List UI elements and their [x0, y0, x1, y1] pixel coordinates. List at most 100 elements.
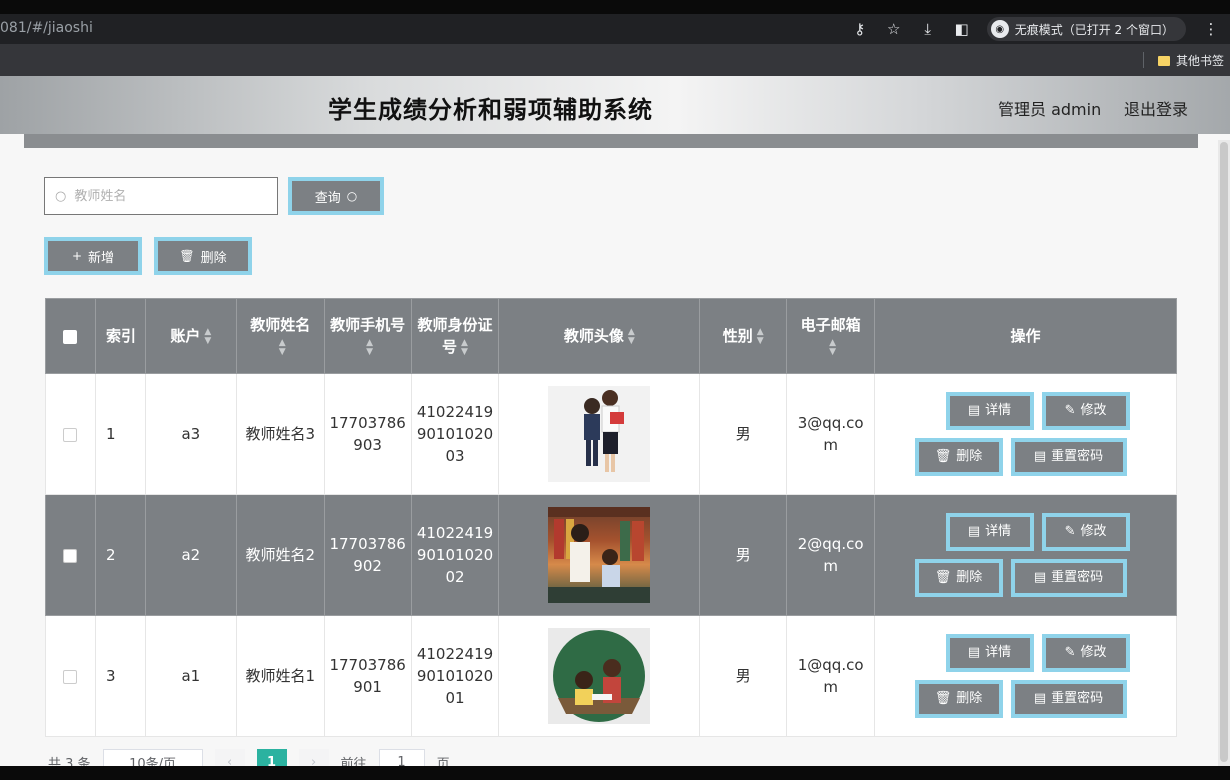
table-row: 3 a1 教师姓名1 17703786901 41022419901010200… [45, 615, 1177, 737]
query-button[interactable]: 查询 ○ [288, 177, 384, 215]
page-content: 学生成绩分析和弱项辅助系统 管理员 admin 退出登录 ○ 查询 ○ + 新增… [0, 76, 1230, 766]
detail-button[interactable]: ▤ 详情 [945, 513, 1034, 551]
col-phone-label: 教师手机号 [330, 316, 406, 334]
table-header-row: 索引 账户 ▲ ▼ 教师姓名 ▲ ▼ 教师手机号▲ ▼ 教师身份证号 ▲ ▼ 教师头像 ▲ ▼ 性… [45, 298, 1177, 374]
cell-avatar [498, 615, 701, 737]
col-gender[interactable]: 性别 ▲ ▼ [699, 298, 788, 374]
col-gender-label: 性别 [722, 327, 753, 345]
cell-avatar [498, 373, 701, 495]
col-id-card-label: 教师身份证号 [417, 316, 493, 356]
header-divider-bar [24, 134, 1198, 148]
teacher-name-search-input[interactable] [74, 188, 265, 204]
pencil-icon: ✎ [1064, 645, 1076, 660]
window-bottom-edge [0, 766, 1230, 780]
col-name[interactable]: 教师姓名 ▲ ▼ [235, 298, 325, 374]
row-checkbox[interactable] [63, 669, 78, 684]
cell-actions: ▤ 详情 ✎ 修改 🗑 删除 ▤ 重置密码 [874, 373, 1177, 495]
edit-button[interactable]: ✎ 修改 [1041, 513, 1130, 551]
teacher-avatar-image[interactable] [548, 507, 651, 603]
row-select-cell [45, 494, 96, 616]
col-avatar[interactable]: 教师头像 ▲ ▼ [498, 298, 701, 374]
col-avatar-label: 教师头像 [563, 327, 624, 345]
col-account[interactable]: 账户 ▲ ▼ [144, 298, 237, 374]
col-index: 索引 [94, 298, 146, 374]
key-icon[interactable]: ⚷ [851, 20, 869, 38]
detail-button[interactable]: ▤ 详情 [945, 392, 1034, 430]
logout-link[interactable]: 退出登录 [1124, 96, 1188, 120]
delete-button[interactable]: 🗑 删除 [914, 680, 1003, 718]
detail-label: 详情 [985, 403, 1012, 418]
star-icon[interactable]: ☆ [885, 20, 903, 38]
edit-label: 修改 [1080, 645, 1107, 660]
search-icon: ○ [346, 189, 358, 203]
row-checkbox[interactable] [63, 548, 78, 563]
delete-button[interactable]: 🗑 删除 [914, 438, 1003, 476]
goto-label: 前往 [340, 756, 367, 767]
download-icon[interactable]: ⤓ [919, 20, 937, 38]
cell-account: a3 [144, 373, 237, 495]
page-number-current[interactable]: 1 [256, 749, 287, 766]
cell-phone: 17703786902 [323, 494, 412, 616]
edit-button[interactable]: ✎ 修改 [1041, 392, 1130, 430]
prev-page-button[interactable]: ‹ [214, 749, 245, 766]
window-top-edge [0, 0, 1230, 14]
other-bookmarks[interactable]: 其他书签 [1157, 52, 1224, 69]
cell-index: 3 [94, 615, 146, 737]
page-size-value: 10条/页 [129, 756, 177, 767]
incognito-badge[interactable]: ◉ 无痕模式（已打开 2 个窗口） [986, 17, 1186, 41]
cell-id-card: 410224199010102001 [410, 615, 500, 737]
page-size-select[interactable]: 10条/页 [102, 749, 203, 767]
goto-page-input[interactable]: 1 [378, 749, 425, 766]
add-button[interactable]: + 新增 [44, 237, 142, 275]
avatar-illustration [548, 507, 651, 603]
reset-password-button[interactable]: ▤ 重置密码 [1010, 680, 1127, 718]
delete-label: 删除 [956, 570, 983, 585]
scrollbar-thumb[interactable] [1220, 142, 1228, 762]
more-menu-icon[interactable]: ⋮ [1202, 20, 1220, 38]
document-icon: ▤ [967, 645, 981, 660]
sort-icon[interactable]: ▲ ▼ [461, 338, 468, 357]
page-scrollbar[interactable] [1218, 140, 1230, 766]
plus-icon: + [71, 249, 83, 263]
edit-button[interactable]: ✎ 修改 [1041, 634, 1130, 672]
edit-label: 修改 [1080, 524, 1107, 539]
cell-actions: ▤ 详情 ✎ 修改 🗑 删除 ▤ 重置密码 [874, 494, 1177, 616]
sort-icon[interactable]: ▲ ▼ [829, 338, 836, 357]
browser-toolbar-icons: ⚷ ☆ ⤓ ◧ ◉ 无痕模式（已打开 2 个窗口） ⋮ [851, 14, 1230, 44]
col-id-card[interactable]: 教师身份证号 ▲ ▼ [410, 298, 500, 374]
teacher-avatar-image[interactable] [548, 628, 651, 724]
document-icon: ▤ [1033, 449, 1047, 464]
search-field[interactable]: ○ [44, 177, 278, 215]
reset-password-button[interactable]: ▤ 重置密码 [1010, 559, 1127, 597]
other-bookmarks-label: 其他书签 [1175, 54, 1224, 68]
sort-icon[interactable]: ▲ ▼ [628, 327, 635, 346]
bulk-delete-button[interactable]: 🗑 删除 [154, 237, 252, 275]
incognito-label: 无痕模式（已打开 2 个窗口） [1014, 22, 1174, 37]
next-page-button[interactable]: › [298, 749, 329, 767]
reset-password-button[interactable]: ▤ 重置密码 [1010, 438, 1127, 476]
chevron-right-icon: › [310, 754, 317, 767]
sort-icon[interactable]: ▲ ▼ [757, 327, 764, 346]
select-all-checkbox[interactable] [63, 329, 78, 344]
detail-button[interactable]: ▤ 详情 [945, 634, 1034, 672]
row-select-cell [45, 615, 96, 737]
detail-label: 详情 [985, 645, 1012, 660]
cell-gender: 男 [699, 494, 788, 616]
sort-icon[interactable]: ▲ ▼ [366, 338, 373, 357]
sort-icon[interactable]: ▲ ▼ [204, 327, 211, 346]
row-select-cell [45, 373, 96, 495]
cell-account: a1 [144, 615, 237, 737]
side-panel-icon[interactable]: ◧ [953, 20, 971, 38]
url-text[interactable]: 081/#/jiaoshi [0, 20, 93, 36]
sort-icon[interactable]: ▲ ▼ [279, 338, 286, 357]
delete-button[interactable]: 🗑 删除 [914, 559, 1003, 597]
cell-id-card: 410224199010102002 [410, 494, 500, 616]
cell-index: 2 [94, 494, 146, 616]
cell-name: 教师姓名3 [235, 373, 325, 495]
table-row: 2 a2 教师姓名2 17703786902 41022419901010200… [45, 494, 1177, 616]
col-email[interactable]: 电子邮箱 ▲ ▼ [786, 298, 876, 374]
col-phone[interactable]: 教师手机号 ▲ ▼ [323, 298, 412, 374]
row-checkbox[interactable] [63, 427, 78, 442]
teacher-avatar-image[interactable] [548, 386, 651, 482]
trash-icon: 🗑 [179, 249, 195, 263]
